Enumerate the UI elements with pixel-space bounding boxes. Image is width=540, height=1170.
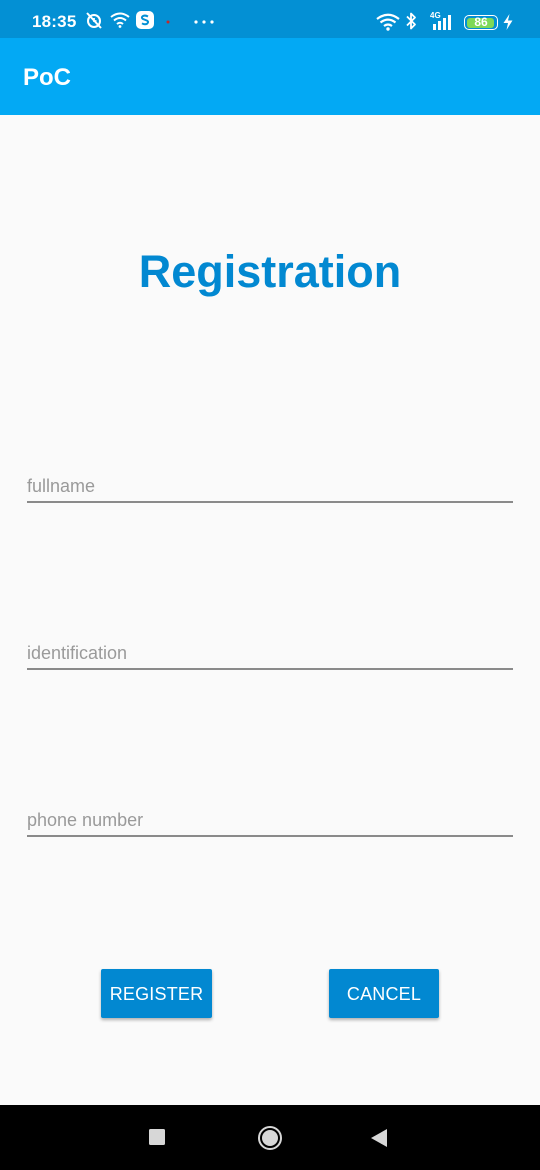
- charging-icon: [503, 14, 513, 30]
- phone-number-input[interactable]: [27, 810, 513, 831]
- battery-level: 86: [474, 15, 488, 29]
- battery-icon: 86: [464, 15, 498, 30]
- app-bar: PoC: [0, 38, 540, 115]
- phone-number-field[interactable]: [27, 801, 513, 837]
- recent-apps-icon[interactable]: [149, 1129, 165, 1145]
- home-icon[interactable]: [257, 1125, 283, 1151]
- cancel-button[interactable]: CANCEL: [329, 969, 439, 1018]
- app-title: PoC: [23, 64, 71, 91]
- back-icon[interactable]: [371, 1129, 387, 1147]
- wifi-icon: [110, 12, 130, 28]
- bluetooth-icon: [406, 12, 416, 30]
- notification-dot-icon: [166, 20, 170, 24]
- skype-icon: [136, 11, 154, 29]
- identification-input[interactable]: [27, 643, 513, 664]
- alarm-off-icon: [86, 12, 102, 29]
- register-button[interactable]: REGISTER: [101, 969, 212, 1018]
- page-title: Registration: [138, 246, 402, 297]
- fullname-input[interactable]: [27, 476, 513, 497]
- fullname-field[interactable]: [27, 467, 513, 503]
- navigation-bar: [0, 1105, 540, 1170]
- identification-field[interactable]: [27, 634, 513, 670]
- more-icon: [194, 20, 214, 24]
- status-time: 18:35: [32, 12, 77, 31]
- signal-icon: [433, 15, 451, 30]
- status-bar: 18:35 4G 86: [0, 0, 540, 38]
- wifi-icon: [376, 13, 400, 31]
